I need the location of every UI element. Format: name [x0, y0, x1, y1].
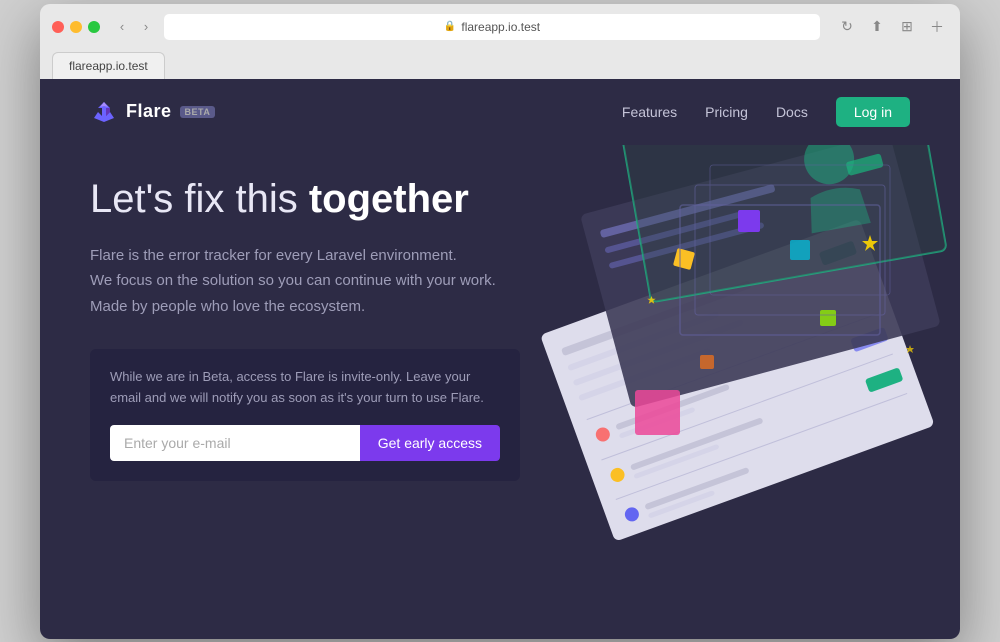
minimize-button[interactable]: [70, 21, 82, 33]
refresh-button[interactable]: ↻: [836, 16, 858, 38]
logo-text: Flare: [126, 101, 172, 122]
tab-bar: flareapp.io.test: [52, 52, 948, 79]
nav-pricing[interactable]: Pricing: [705, 104, 748, 120]
forward-button[interactable]: ›: [136, 17, 156, 37]
browser-actions: ↻ ⬆ ⊞ ＋: [836, 16, 948, 38]
site-navigation: Flare BETA Features Pricing Docs Log in: [40, 79, 960, 145]
hero-title-bold: together: [309, 177, 469, 221]
login-button[interactable]: Log in: [836, 97, 910, 127]
add-tab-button[interactable]: ＋: [926, 16, 948, 38]
hero-desc-line2: We focus on the solution so you can cont…: [90, 272, 496, 289]
beta-description: While we are in Beta, access to Flare is…: [110, 367, 500, 409]
active-tab[interactable]: flareapp.io.test: [52, 52, 165, 79]
website-content: Flare BETA Features Pricing Docs Log in …: [40, 79, 960, 639]
hero-content: Let's fix this together Flare is the err…: [90, 165, 610, 599]
nav-features[interactable]: Features: [622, 104, 677, 120]
email-input[interactable]: [110, 425, 360, 461]
fullscreen-button[interactable]: [88, 21, 100, 33]
hero-description: Flare is the error tracker for every Lar…: [90, 243, 530, 320]
share-button[interactable]: ⬆: [866, 16, 888, 38]
nav-buttons: ‹ ›: [112, 17, 156, 37]
browser-chrome: ‹ › 🔒 flareapp.io.test ↻ ⬆ ⊞ ＋ flareapp.…: [40, 4, 960, 79]
url-text: flareapp.io.test: [461, 20, 540, 34]
hero-section: Let's fix this together Flare is the err…: [40, 145, 960, 639]
cta-button[interactable]: Get early access: [360, 425, 500, 461]
close-button[interactable]: [52, 21, 64, 33]
beta-info-box: While we are in Beta, access to Flare is…: [90, 349, 520, 481]
logo-icon: [90, 98, 118, 126]
nav-links: Features Pricing Docs Log in: [622, 97, 910, 127]
nav-docs[interactable]: Docs: [776, 104, 808, 120]
traffic-lights: [52, 21, 100, 33]
back-button[interactable]: ‹: [112, 17, 132, 37]
lock-icon: 🔒: [444, 21, 456, 32]
email-form: Get early access: [110, 425, 500, 461]
hero-title: Let's fix this together: [90, 175, 610, 223]
hero-desc-line3: Made by people who love the ecosystem.: [90, 298, 365, 315]
hero-title-regular: Let's fix this: [90, 177, 309, 221]
hero-desc-line1: Flare is the error tracker for every Lar…: [90, 247, 457, 264]
logo-badge: BETA: [180, 106, 216, 118]
browser-window: ‹ › 🔒 flareapp.io.test ↻ ⬆ ⊞ ＋ flareapp.…: [40, 4, 960, 639]
new-window-button[interactable]: ⊞: [896, 16, 918, 38]
logo-area: Flare BETA: [90, 98, 215, 126]
tab-title: flareapp.io.test: [69, 59, 148, 73]
address-bar[interactable]: 🔒 flareapp.io.test: [164, 14, 820, 40]
